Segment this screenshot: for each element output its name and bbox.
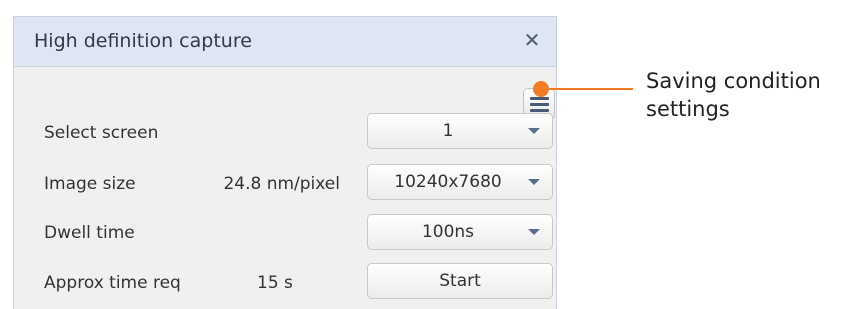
- dwell-time-label: Dwell time: [44, 223, 135, 243]
- chevron-down-icon: [528, 229, 540, 235]
- callout-line-2: settings: [646, 97, 730, 121]
- start-button[interactable]: Start: [367, 263, 553, 299]
- select-screen-dropdown[interactable]: 1: [367, 113, 553, 149]
- callout-text: Saving condition settings: [646, 67, 821, 123]
- image-size-label: Image size: [44, 174, 136, 194]
- hamburger-menu-icon-bar: [530, 103, 549, 106]
- start-button-label: Start: [439, 271, 481, 291]
- select-screen-value: 1: [442, 121, 454, 141]
- close-icon[interactable]: ✕: [519, 27, 545, 53]
- high-definition-capture-dialog: High definition capture ✕ Select screen …: [13, 16, 557, 309]
- image-size-dropdown[interactable]: 10240x7680: [367, 164, 553, 200]
- hamburger-menu-icon-bar: [530, 109, 549, 112]
- chevron-down-icon: [528, 128, 540, 134]
- approx-time-label: Approx time req: [44, 273, 181, 293]
- select-screen-label: Select screen: [44, 123, 159, 143]
- dwell-time-dropdown[interactable]: 100ns: [367, 214, 553, 250]
- image-size-value: 10240x7680: [394, 172, 502, 192]
- approx-time-value: 15 s: [257, 273, 293, 293]
- callout-line-1: Saving condition: [646, 69, 821, 93]
- image-size-resolution: 24.8 nm/pixel: [223, 174, 340, 194]
- callout-line: [541, 88, 633, 90]
- dialog-title: High definition capture: [34, 30, 252, 52]
- callout-dot: [533, 81, 549, 97]
- dwell-time-value: 100ns: [421, 222, 475, 242]
- hamburger-menu-icon: [530, 97, 549, 100]
- dialog-titlebar: High definition capture ✕: [14, 17, 556, 67]
- chevron-down-icon: [528, 179, 540, 185]
